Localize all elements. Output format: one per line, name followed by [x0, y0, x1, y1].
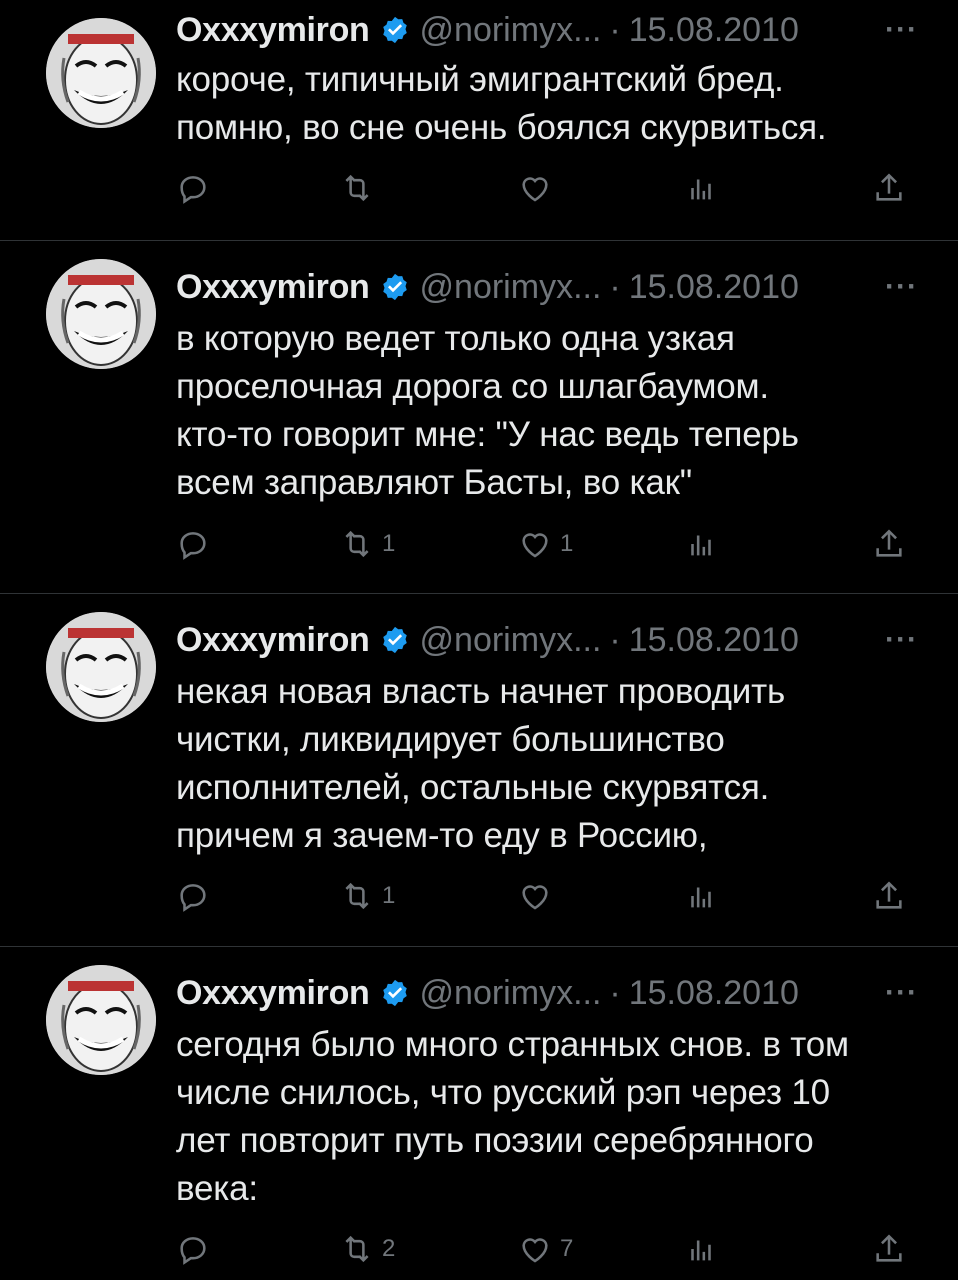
more-icon[interactable]: ··· [885, 265, 918, 309]
like-icon [522, 533, 548, 558]
verified-badge-icon [382, 979, 407, 1007]
retweet-count: 1 [382, 530, 396, 557]
share-icon [876, 1234, 902, 1262]
reply-button[interactable] [176, 166, 218, 210]
tweet-header: Oxxxymiron @norimyx... · 15.08.2010 ··· [176, 265, 918, 309]
tweet-actions [176, 166, 914, 210]
tweet-text: короче, типичный эмигрантский бред. помн… [176, 60, 827, 147]
separator: · [609, 268, 621, 306]
tweet-header: Oxxxymiron @norimyx... · 15.08.2010 ··· [176, 8, 918, 52]
avatar-image [46, 612, 156, 722]
retweet-icon [345, 174, 369, 202]
reply-button[interactable] [176, 1227, 218, 1271]
verified-badge-icon [382, 626, 407, 654]
reply-icon [180, 532, 206, 560]
retweet-icon [345, 530, 369, 558]
avatar[interactable] [46, 18, 156, 128]
tweet-actions: 1 1 [176, 522, 914, 566]
share-icon [876, 173, 902, 201]
author-handle[interactable]: @norimyx... [420, 265, 602, 309]
tweet-text: в которую ведет только одна узкая просел… [176, 319, 799, 502]
like-button[interactable] [518, 166, 560, 210]
reply-icon [180, 1237, 206, 1265]
share-icon [876, 881, 902, 909]
views-icon [691, 535, 711, 556]
tweet-date[interactable]: 15.08.2010 [629, 8, 799, 52]
avatar-image [46, 965, 156, 1075]
views-button[interactable] [684, 166, 718, 210]
views-icon [691, 1240, 711, 1261]
like-icon [522, 885, 548, 910]
retweet-icon [345, 882, 369, 910]
retweet-button[interactable]: 2 [340, 1227, 395, 1271]
tweet-text: некая новая власть начнет проводить чист… [176, 672, 785, 855]
avatar-image [46, 259, 156, 369]
like-icon [522, 1238, 548, 1263]
author-name[interactable]: Oxxxymiron [176, 265, 370, 309]
separator: · [609, 11, 621, 49]
tweet-actions: 2 7 [176, 1227, 914, 1271]
share-icon [876, 529, 902, 557]
like-button[interactable]: 7 [518, 1227, 573, 1271]
author-name[interactable]: Oxxxymiron [176, 8, 370, 52]
retweet-button[interactable]: 1 [340, 522, 395, 566]
share-button[interactable] [872, 874, 906, 918]
separator: · [609, 974, 621, 1012]
tweet[interactable]: Oxxxymiron @norimyx... · 15.08.2010 ··· … [0, 0, 958, 241]
like-count: 7 [560, 1235, 574, 1262]
author-handle[interactable]: @norimyx... [420, 971, 602, 1015]
views-icon [691, 887, 711, 908]
separator: · [609, 621, 621, 659]
like-icon [522, 177, 548, 202]
avatar[interactable] [46, 965, 156, 1075]
tweet[interactable]: Oxxxymiron @norimyx... · 15.08.2010 ··· … [0, 241, 958, 594]
reply-button[interactable] [176, 874, 218, 918]
like-button[interactable]: 1 [518, 522, 573, 566]
author-name[interactable]: Oxxxymiron [176, 618, 370, 662]
tweet-feed: Oxxxymiron @norimyx... · 15.08.2010 ··· … [0, 0, 958, 1280]
views-icon [691, 179, 711, 200]
retweet-icon [345, 1235, 369, 1263]
verified-badge-icon [382, 16, 407, 44]
avatar[interactable] [46, 259, 156, 369]
retweet-count: 1 [382, 882, 396, 909]
views-button[interactable] [684, 522, 718, 566]
reply-icon [180, 884, 206, 912]
share-button[interactable] [872, 522, 906, 566]
share-button[interactable] [872, 1227, 906, 1271]
avatar-image [46, 18, 156, 128]
views-button[interactable] [684, 874, 718, 918]
more-icon[interactable]: ··· [885, 618, 918, 662]
tweet-text: сегодня было много странных снов. в том … [176, 1025, 849, 1208]
tweet-date[interactable]: 15.08.2010 [629, 618, 799, 662]
reply-icon [180, 176, 206, 204]
tweet-actions: 1 [176, 874, 914, 918]
tweet-header: Oxxxymiron @norimyx... · 15.08.2010 ··· [176, 618, 918, 662]
verified-badge-icon [382, 273, 407, 301]
views-button[interactable] [684, 1227, 718, 1271]
author-handle[interactable]: @norimyx... [420, 8, 602, 52]
reply-button[interactable] [176, 522, 218, 566]
tweet-date[interactable]: 15.08.2010 [629, 971, 799, 1015]
avatar[interactable] [46, 612, 156, 722]
author-handle[interactable]: @norimyx... [420, 618, 602, 662]
more-icon[interactable]: ··· [885, 8, 918, 52]
author-name[interactable]: Oxxxymiron [176, 971, 370, 1015]
tweet[interactable]: Oxxxymiron @norimyx... · 15.08.2010 ··· … [0, 594, 958, 947]
more-icon[interactable]: ··· [885, 971, 918, 1015]
retweet-button[interactable]: 1 [340, 874, 395, 918]
tweet-header: Oxxxymiron @norimyx... · 15.08.2010 ··· [176, 971, 918, 1015]
tweet-date[interactable]: 15.08.2010 [629, 265, 799, 309]
retweet-button[interactable] [340, 166, 382, 210]
tweet[interactable]: Oxxxymiron @norimyx... · 15.08.2010 ··· … [0, 947, 958, 1280]
retweet-count: 2 [382, 1235, 396, 1262]
like-count: 1 [560, 530, 574, 557]
share-button[interactable] [872, 166, 906, 210]
like-button[interactable] [518, 874, 560, 918]
